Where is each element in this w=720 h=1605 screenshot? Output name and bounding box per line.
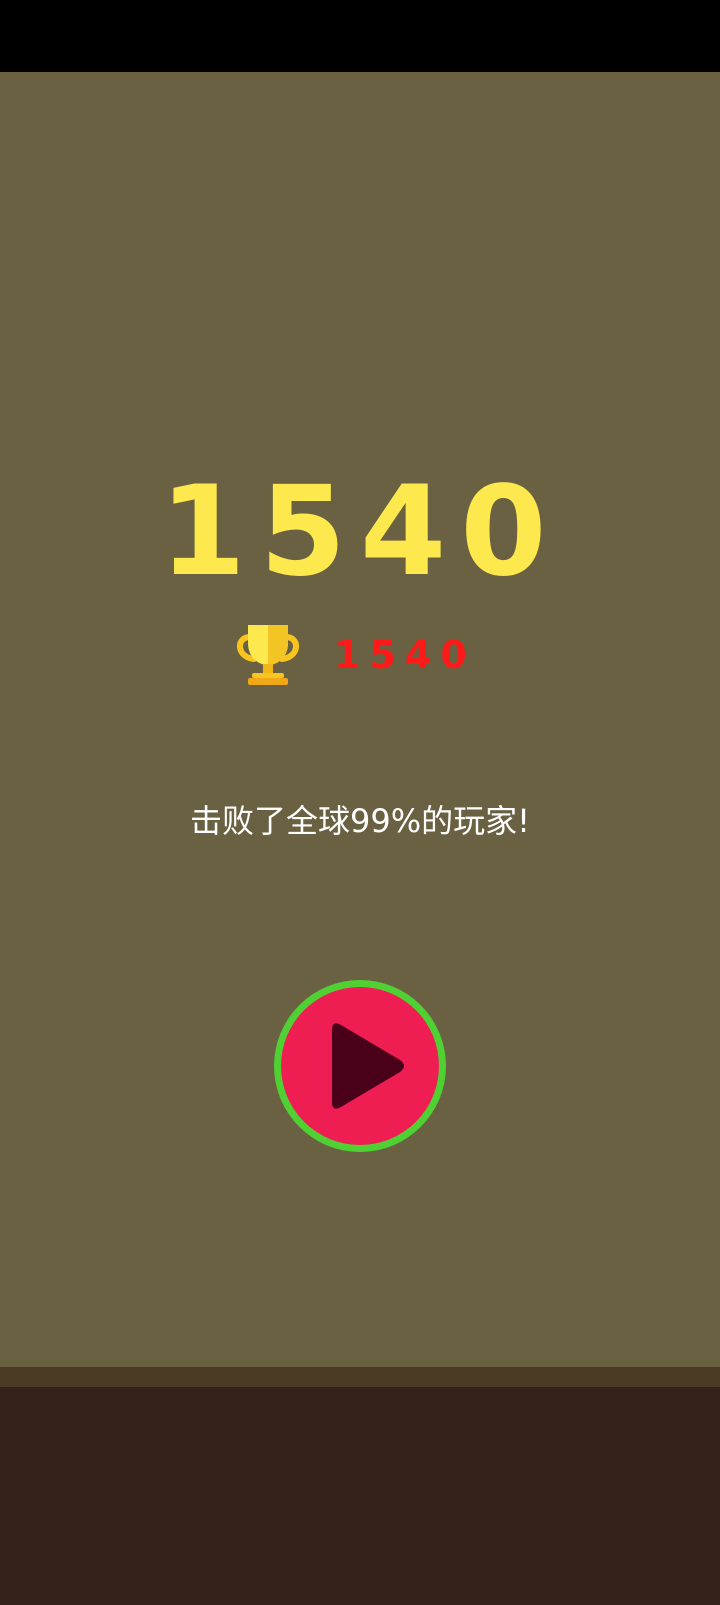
rank-message: 击败了全球99%的玩家! — [190, 802, 530, 840]
best-score-row: 1540 — [232, 620, 476, 690]
trophy-icon — [237, 625, 299, 685]
best-score: 1540 — [334, 633, 476, 677]
current-score: 1540 — [159, 460, 561, 604]
ground-edge — [0, 1367, 720, 1387]
play-again-button[interactable] — [274, 980, 446, 1152]
game-over-screen: 1540 1540 击败了全球99%的玩家! — [0, 0, 720, 1605]
status-bar — [0, 0, 720, 72]
ground — [0, 1387, 720, 1605]
play-icon — [332, 1023, 404, 1109]
